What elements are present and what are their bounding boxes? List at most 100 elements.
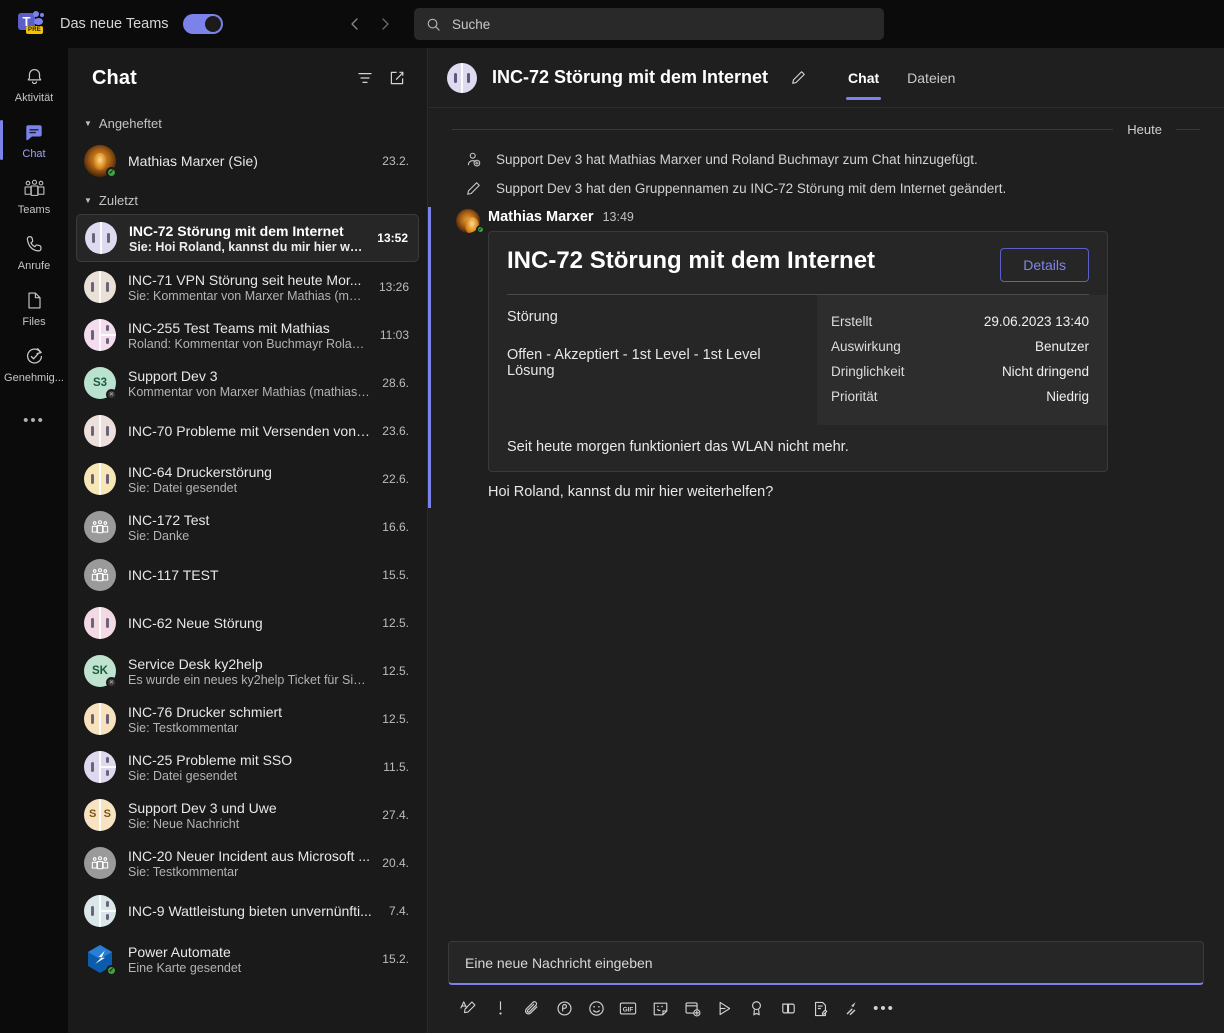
- presence-badge-offline: [106, 677, 117, 688]
- chat-list-item[interactable]: INC-255 Test Teams mit MathiasRoland: Ko…: [76, 311, 419, 359]
- attach-file-button[interactable]: [516, 993, 548, 1023]
- card-field-value: Benutzer: [1035, 339, 1089, 354]
- loop-component-button[interactable]: [548, 993, 580, 1023]
- rail-more-apps-button[interactable]: •••: [0, 400, 68, 440]
- chat-item-preview: Sie: Testkommentar: [128, 721, 370, 735]
- people-icon: [90, 567, 110, 584]
- chat-list-item[interactable]: INC-71 VPN Störung seit heute Mor...Sie:…: [76, 263, 419, 311]
- sticker-icon: [651, 999, 670, 1018]
- forward-button[interactable]: [370, 9, 400, 39]
- chat-list-item[interactable]: SSSupport Dev 3 und UweSie: Neue Nachric…: [76, 791, 419, 839]
- chat-list-item[interactable]: INC-20 Neuer Incident aus Microsoft ...S…: [76, 839, 419, 887]
- sidebar-item-files[interactable]: Files: [0, 280, 68, 336]
- sticker-button[interactable]: [644, 993, 676, 1023]
- avatar-group: [84, 703, 116, 735]
- message-input-placeholder: Eine neue Nachricht eingeben: [465, 955, 653, 971]
- praise-button[interactable]: [740, 993, 772, 1023]
- approvals-button[interactable]: [804, 993, 836, 1023]
- sidebar-item-genehmigungen[interactable]: Genehmig...: [0, 336, 68, 392]
- avatar-group: [84, 895, 116, 927]
- stream-video-button[interactable]: [708, 993, 740, 1023]
- chat-item-title: INC-70 Probleme mit Versenden von ...: [128, 423, 370, 439]
- emoji-button[interactable]: [580, 993, 612, 1023]
- sidebar-item-anrufe[interactable]: Anrufe: [0, 224, 68, 280]
- conversation-tabs: Chat Dateien: [838, 48, 965, 108]
- tab-chat[interactable]: Chat: [838, 48, 889, 108]
- card-status-label: Offen - Akzeptiert - 1st Level - 1st Lev…: [507, 347, 803, 379]
- chat-item-preview: Sie: Testkommentar: [128, 865, 370, 879]
- chevron-left-icon: [347, 16, 363, 32]
- schedule-meeting-button[interactable]: [676, 993, 708, 1023]
- chat-list-item[interactable]: INC-9 Wattleistung bieten unvernünfti...…: [76, 887, 419, 935]
- card-field-row: Dringlichkeit Nicht dringend: [831, 359, 1089, 384]
- pencil-icon: [790, 69, 807, 86]
- sidebar-item-label: Teams: [18, 204, 50, 216]
- chat-list-item[interactable]: INC-70 Probleme mit Versenden von ...23.…: [76, 407, 419, 455]
- approvals-check-icon: [24, 345, 45, 369]
- avatar-group: [84, 319, 116, 351]
- giphy-button[interactable]: GIF: [612, 993, 644, 1023]
- format-text-button[interactable]: [452, 993, 484, 1023]
- more-options-button[interactable]: •••: [868, 993, 900, 1023]
- chat-item-title: Power Automate: [128, 944, 370, 960]
- chat-list-item[interactable]: INC-62 Neue Störung12.5.: [76, 599, 419, 647]
- rename-conversation-button[interactable]: [782, 62, 814, 94]
- sidebar-item-teams[interactable]: Teams: [0, 168, 68, 224]
- toggle-knob: [205, 16, 221, 32]
- details-button[interactable]: Details: [1000, 248, 1089, 282]
- divider-line-right: [1176, 129, 1200, 130]
- filter-button[interactable]: [349, 62, 381, 94]
- card-field-key: Priorität: [831, 389, 878, 404]
- chat-list-item[interactable]: INC-25 Probleme mit SSOSie: Datei gesend…: [76, 743, 419, 791]
- presence-badge-online: [106, 167, 117, 178]
- sidebar-item-chat[interactable]: Chat: [0, 112, 68, 168]
- chat-list-item[interactable]: INC-117 TEST15.5.: [76, 551, 419, 599]
- message-input[interactable]: Eine neue Nachricht eingeben: [448, 941, 1204, 985]
- chat-list-item[interactable]: S3Support Dev 3Kommentar von Marxer Math…: [76, 359, 419, 407]
- card-field-row: Auswirkung Benutzer: [831, 334, 1089, 359]
- new-chat-button[interactable]: [381, 62, 413, 94]
- avatar-group: [84, 271, 116, 303]
- avatar-power-automate: [84, 943, 116, 975]
- chat-group-header[interactable]: ▼Zuletzt: [68, 185, 427, 214]
- bell-icon: [24, 65, 45, 89]
- chat-list-item[interactable]: INC-64 DruckerstörungSie: Datei gesendet…: [76, 455, 419, 503]
- people-icon: [90, 855, 110, 872]
- chat-list-item[interactable]: Power AutomateEine Karte gesendet15.2.: [76, 935, 419, 983]
- new-teams-toggle[interactable]: [183, 14, 223, 34]
- sidebar-item-label: Genehmig...: [4, 372, 64, 384]
- app-rail: Aktivität Chat: [0, 48, 68, 1033]
- chat-list-scroll[interactable]: ▼AngeheftetMathias Marxer (Sie)23.2.▼Zul…: [68, 108, 427, 1033]
- back-button[interactable]: [340, 9, 370, 39]
- schedule-meeting-icon: [683, 999, 702, 1018]
- search-placeholder: Suche: [452, 17, 490, 32]
- sidebar-item-aktivitaet[interactable]: Aktivität: [0, 56, 68, 112]
- conversation-avatar: [446, 63, 478, 93]
- chat-item-title: INC-9 Wattleistung bieten unvernünfti...: [128, 903, 377, 919]
- chat-list-item[interactable]: INC-76 Drucker schmiertSie: Testkommenta…: [76, 695, 419, 743]
- apps-button[interactable]: [772, 993, 804, 1023]
- chat-list-item[interactable]: Mathias Marxer (Sie)23.2.: [76, 137, 419, 185]
- chat-item-timestamp: 15.2.: [382, 952, 409, 966]
- search-input[interactable]: Suche: [414, 8, 884, 40]
- apps-icon: [779, 999, 798, 1018]
- chat-list-item[interactable]: SKService Desk ky2helpEs wurde ein neues…: [76, 647, 419, 695]
- chat-item-timestamp: 28.6.: [382, 376, 409, 390]
- power-automate-icon: [843, 999, 862, 1018]
- page-title: Chat: [92, 67, 349, 90]
- chat-list-item[interactable]: INC-72 Störung mit dem InternetSie: Hoi …: [76, 214, 419, 262]
- message-thread[interactable]: Heute Support Dev 3 hat Mathias Marxer u…: [428, 108, 1224, 941]
- chat-item-preview: Sie: Danke: [128, 529, 370, 543]
- chat-group-header[interactable]: ▼Angeheftet: [68, 108, 427, 137]
- delivery-options-button[interactable]: [484, 993, 516, 1023]
- chat-item-preview: Es wurde ein neues ky2help Ticket für Si…: [128, 673, 370, 687]
- chat-list-item[interactable]: INC-172 TestSie: Danke16.6.: [76, 503, 419, 551]
- chat-item-timestamp: 12.5.: [382, 616, 409, 630]
- svg-text:GIF: GIF: [623, 1006, 634, 1013]
- chevron-down-icon: ▼: [84, 119, 92, 128]
- tab-dateien[interactable]: Dateien: [897, 48, 965, 108]
- power-automate-button[interactable]: [836, 993, 868, 1023]
- chat-item-preview: Sie: Datei gesendet: [128, 769, 371, 783]
- sidebar-item-label: Chat: [22, 148, 45, 160]
- presence-badge: [476, 225, 485, 234]
